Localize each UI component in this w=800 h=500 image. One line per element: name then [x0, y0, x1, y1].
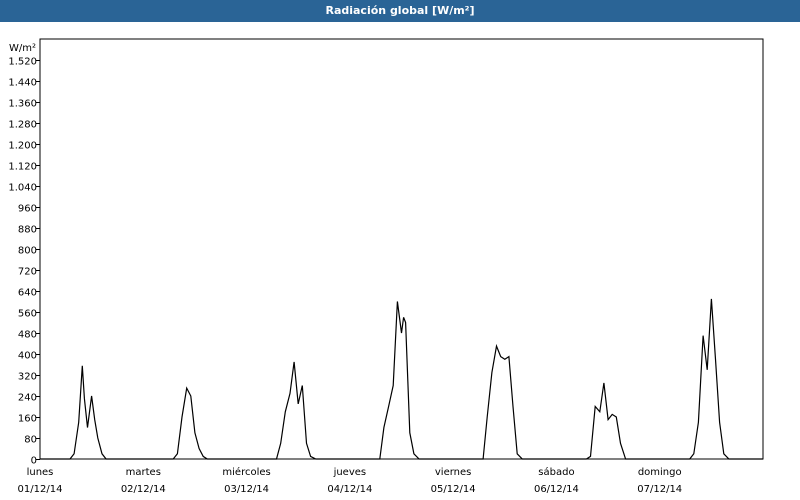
x-tick-label-weekday: lunes: [27, 467, 54, 478]
y-tick-label: 1.360: [8, 99, 37, 110]
y-tick-label: 1.120: [8, 162, 37, 173]
x-tick-label-weekday: sábado: [538, 466, 574, 478]
x-tick-label-weekday: jueves: [333, 467, 367, 478]
chart-title: Radiación global [W/m²]: [0, 0, 800, 22]
x-tick-label-date: 01/12/14: [18, 484, 63, 495]
x-tick-label-date: 03/12/14: [224, 484, 269, 495]
x-tick-label-date: 02/12/14: [121, 484, 166, 495]
x-tick-label-date: 04/12/14: [327, 484, 372, 495]
y-tick-label: 880: [18, 225, 37, 236]
y-tick-label: 1.200: [8, 141, 37, 152]
x-tick-label-weekday: viernes: [435, 467, 471, 478]
plot-frame: [39, 38, 764, 460]
y-tick-label: 80: [24, 435, 37, 446]
axis-layer: [36, 38, 764, 460]
y-tick-label: 720: [18, 267, 37, 278]
y-tick-label: 1.520: [8, 57, 37, 68]
x-tick-label-weekday: domingo: [638, 467, 682, 478]
y-tick-label: 560: [18, 309, 37, 320]
y-tick-label: 1.280: [8, 120, 37, 131]
y-tick-label: 960: [18, 204, 37, 215]
y-tick-label: 160: [18, 414, 37, 425]
y-tick-label: 240: [18, 393, 37, 404]
y-tick-label: 320: [18, 372, 37, 383]
y-tick-label: 480: [18, 330, 37, 341]
y-tick-label: 400: [18, 351, 37, 362]
x-tick-label-weekday: miércoles: [222, 466, 270, 478]
y-tick-label: 640: [18, 288, 37, 299]
y-tick-label: 0: [31, 456, 37, 467]
y-tick-label: 800: [18, 246, 37, 257]
x-tick-label-date: 05/12/14: [431, 484, 476, 495]
x-tick-label-date: 07/12/14: [637, 484, 682, 495]
x-tick-label-date: 06/12/14: [534, 484, 579, 495]
chart: 0 80 160 240 320 400 480 560 640 720 800 880 960 1.04…: [8, 38, 764, 495]
y-tick-label: 1.040: [8, 183, 37, 194]
x-tick-label-weekday: martes: [126, 467, 161, 478]
y-axis-unit: W/m²: [9, 43, 36, 54]
y-tick-label: 1.440: [8, 78, 37, 89]
